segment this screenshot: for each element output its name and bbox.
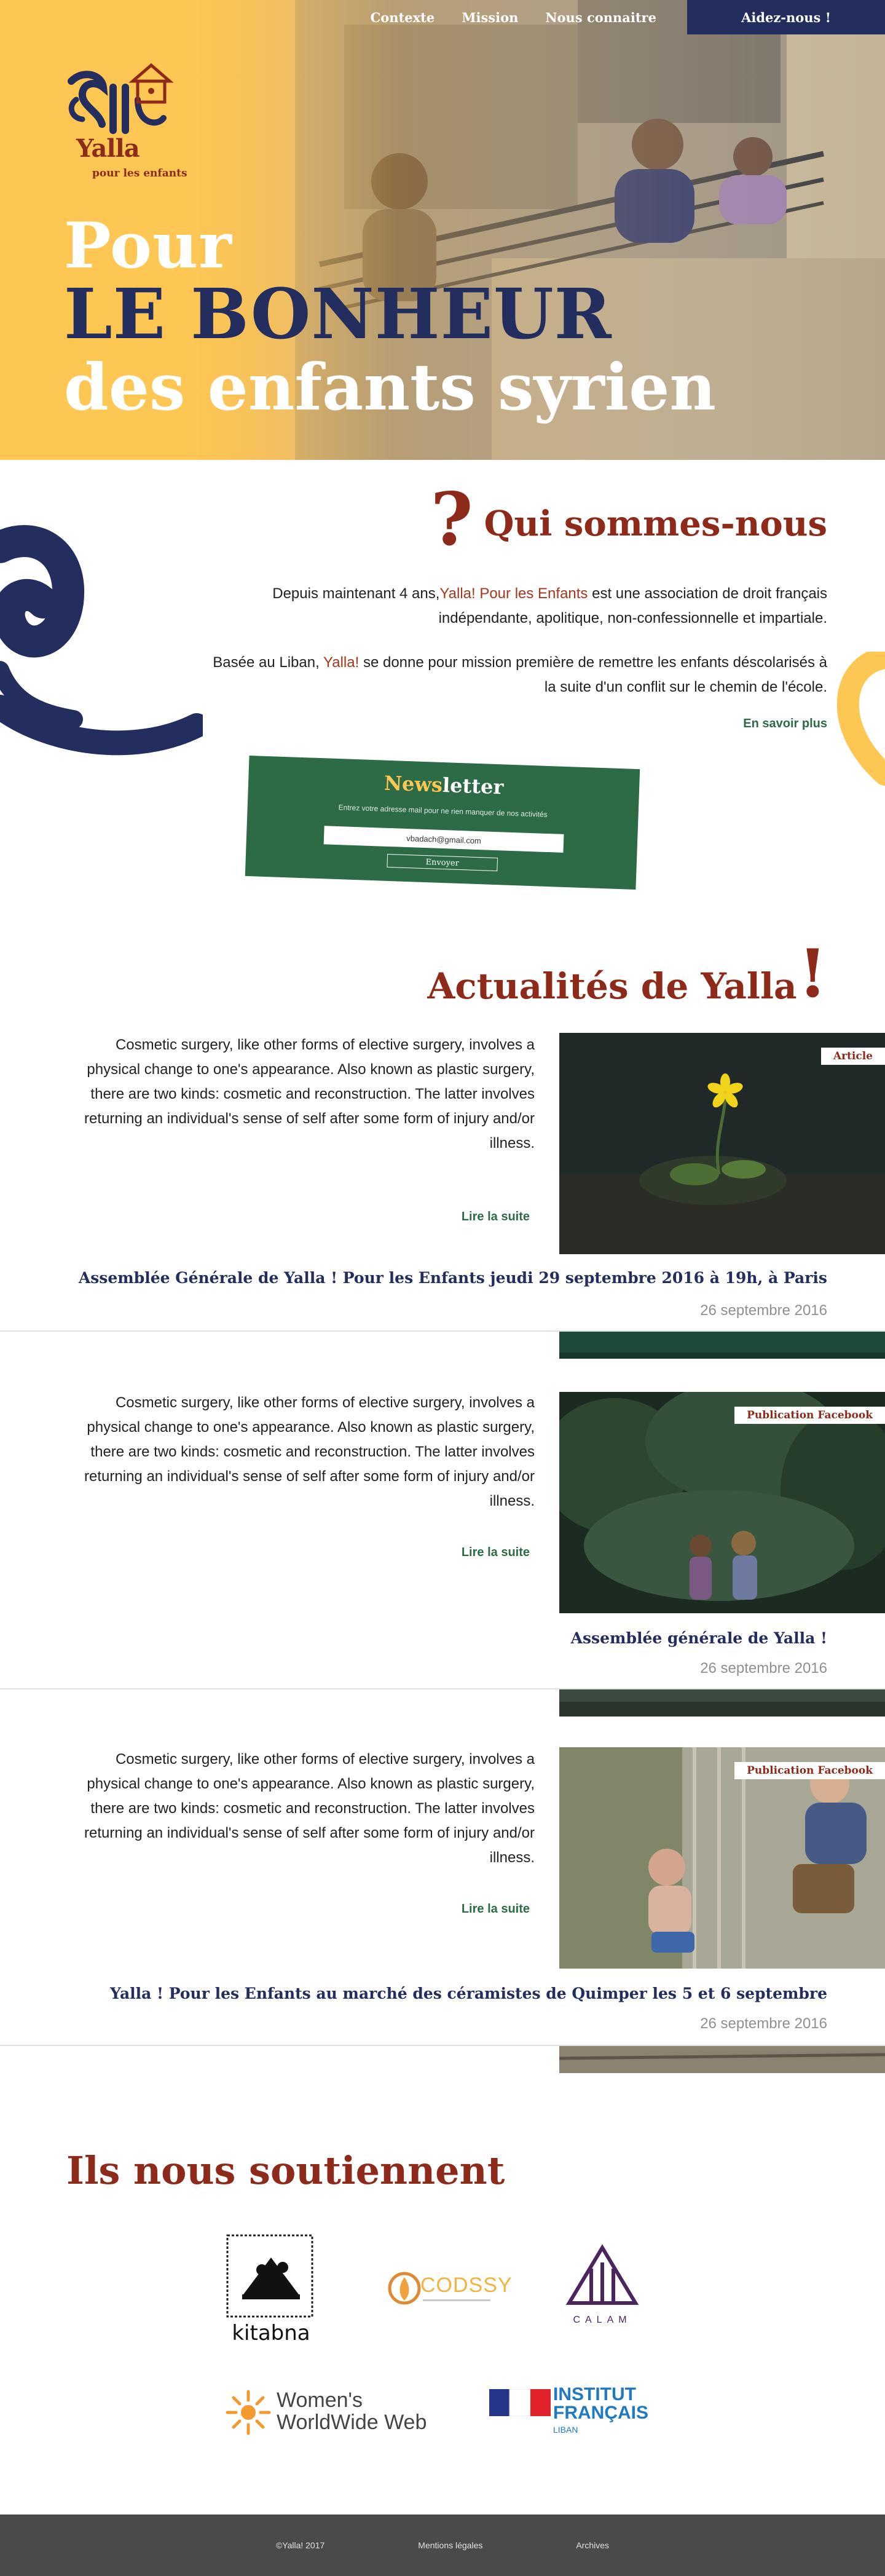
supporter-logo-institut-francais[interactable]: INSTITUT FRANÇAIS LIBAN bbox=[489, 2385, 649, 2441]
article-headline[interactable]: Assemblée générale de Yalla ! bbox=[571, 1629, 827, 1647]
strip-photo bbox=[559, 1332, 885, 1359]
newsletter-box: Newsletter Entrez votre adresse mail pou… bbox=[245, 755, 640, 890]
codssy-leaf-icon bbox=[388, 2272, 421, 2305]
article-image-strip bbox=[559, 2046, 885, 2073]
about-paragraph-1: Depuis maintenant 4 ans,Yalla! Pour les … bbox=[213, 582, 827, 631]
about-p1-text: Depuis maintenant 4 ans, bbox=[272, 585, 440, 602]
hero-heading-line-2: LE BONHEUR bbox=[64, 274, 612, 355]
newsletter-email-input[interactable] bbox=[323, 826, 564, 853]
supporter-logo-w4[interactable]: Women's WorldWide Web bbox=[225, 2389, 446, 2438]
article-tag: Article bbox=[820, 1048, 885, 1065]
republique-francaise-flag-icon bbox=[489, 2389, 551, 2416]
article-excerpt: Cosmetic surgery, like other forms of el… bbox=[84, 1394, 535, 1509]
strip-photo bbox=[559, 2046, 885, 2073]
article-image[interactable]: Publication Facebook bbox=[559, 1392, 885, 1613]
newsletter-title-b: letter bbox=[442, 773, 504, 799]
about-title: Qui sommes-nous bbox=[484, 504, 827, 544]
article-read-more-link[interactable]: Lire la suite bbox=[462, 1210, 530, 1224]
main-nav: Contexte Mission Nous connaitre Aidez-no… bbox=[371, 0, 885, 34]
article-date: 26 septembre 2016 bbox=[700, 2015, 827, 2032]
article-photo-children bbox=[559, 1747, 885, 1969]
supporters-title: Ils nous soutiennent bbox=[66, 2148, 505, 2193]
question-mark-icon: ? bbox=[430, 476, 473, 562]
about-paragraph-2: Basée au Liban, Yalla! se donne pour mis… bbox=[213, 650, 827, 700]
nav-link-mission[interactable]: Mission bbox=[462, 10, 518, 25]
article-read-more-link[interactable]: Lire la suite bbox=[462, 1546, 530, 1560]
article-image-strip bbox=[559, 1332, 885, 1359]
codssy-wordmark: CODSSY bbox=[420, 2274, 513, 2297]
article-tag: Publication Facebook bbox=[734, 1762, 885, 1779]
calam-logo-icon bbox=[565, 2244, 639, 2305]
codssy-underline bbox=[423, 2299, 490, 2301]
article-read-more-link[interactable]: Lire la suite bbox=[462, 1902, 530, 1916]
article-headline[interactable]: Assemblée Générale de Yalla ! Pour les E… bbox=[79, 1269, 827, 1287]
site-footer: ©Yalla! 2017 Mentions légales Archives bbox=[0, 2515, 885, 2576]
article-excerpt: Cosmetic surgery, like other forms of el… bbox=[84, 1751, 535, 1866]
about-p2-text-end: se donne pour mission première de remett… bbox=[359, 654, 827, 695]
yellow-curve-decoration bbox=[836, 652, 885, 786]
help-us-button[interactable]: Aidez-nous ! bbox=[687, 0, 885, 34]
footer-archives-link[interactable]: Archives bbox=[576, 2540, 609, 2550]
kitabna-logo-icon bbox=[226, 2234, 313, 2318]
arabic-letter-decoration bbox=[0, 525, 203, 756]
supporter-logo-kitabna[interactable]: kitabna bbox=[225, 2233, 317, 2345]
hero-heading-line-1: Pour bbox=[64, 209, 232, 283]
supporter-logo-calam[interactable]: CALAM bbox=[559, 2244, 645, 2325]
about-p2-highlight: Yalla! bbox=[323, 654, 360, 671]
article-tag: Publication Facebook bbox=[734, 1407, 885, 1424]
calam-wordmark: CALAM bbox=[573, 2315, 632, 2325]
article-headline[interactable]: Yalla ! Pour les Enfants au marché des c… bbox=[110, 1985, 827, 2002]
w4-wordmark-line-2: WorldWide Web bbox=[277, 2411, 427, 2434]
exclamation-mark-icon: ! bbox=[798, 935, 827, 1013]
institut-francais-line-1: INSTITUT bbox=[553, 2384, 636, 2404]
article-image[interactable]: Publication Facebook bbox=[559, 1747, 885, 1969]
w4-sun-icon bbox=[226, 2390, 271, 2435]
w4-wordmark-line-1: Women's bbox=[277, 2388, 363, 2412]
hero-heading-line-3: des enfants syrien bbox=[64, 349, 717, 425]
strip-photo bbox=[559, 1689, 885, 1717]
logo-name: Yalla bbox=[76, 134, 140, 163]
supporter-logo-codssy[interactable]: CODSSY bbox=[386, 2262, 512, 2318]
article-photo-forest bbox=[559, 1392, 885, 1613]
newsletter-title: Newsletter bbox=[248, 767, 640, 804]
article-date: 26 septembre 2016 bbox=[700, 1302, 827, 1319]
article-date: 26 septembre 2016 bbox=[700, 1660, 827, 1677]
article-excerpt: Cosmetic surgery, like other forms of el… bbox=[84, 1037, 535, 1152]
article-photo-flower bbox=[559, 1033, 885, 1254]
newsletter-description: Entrez votre adresse mail pour ne rien m… bbox=[338, 803, 548, 819]
logo-subtitle: pour les enfants bbox=[92, 167, 187, 180]
institut-francais-line-3: LIBAN bbox=[553, 2425, 578, 2435]
footer-copyright: ©Yalla! 2017 bbox=[275, 2540, 325, 2550]
article-image-strip bbox=[559, 1689, 885, 1717]
news-title: Actualités de Yalla bbox=[427, 965, 797, 1007]
newsletter-title-a: News bbox=[384, 771, 443, 797]
footer-legal-link[interactable]: Mentions légales bbox=[418, 2540, 482, 2550]
institut-francais-line-2: FRANÇAIS bbox=[553, 2403, 648, 2423]
about-read-more-link[interactable]: En savoir plus bbox=[743, 717, 827, 731]
hero-banner: Contexte Mission Nous connaitre Aidez-no… bbox=[0, 0, 885, 460]
about-heading: ? Qui sommes-nous bbox=[431, 483, 828, 556]
about-p2-text: Basée au Liban, bbox=[213, 654, 324, 671]
kitabna-wordmark: kitabna bbox=[232, 2321, 310, 2345]
about-p1-highlight: Yalla! Pour les Enfants bbox=[439, 585, 588, 602]
news-heading: Actualités de Yalla ! bbox=[427, 941, 827, 1007]
article-image[interactable]: Article bbox=[559, 1033, 885, 1254]
nav-link-contexte[interactable]: Contexte bbox=[371, 10, 435, 25]
nav-link-nous-connaitre[interactable]: Nous connaitre bbox=[545, 10, 656, 25]
newsletter-submit-button[interactable]: Envoyer bbox=[387, 853, 498, 872]
